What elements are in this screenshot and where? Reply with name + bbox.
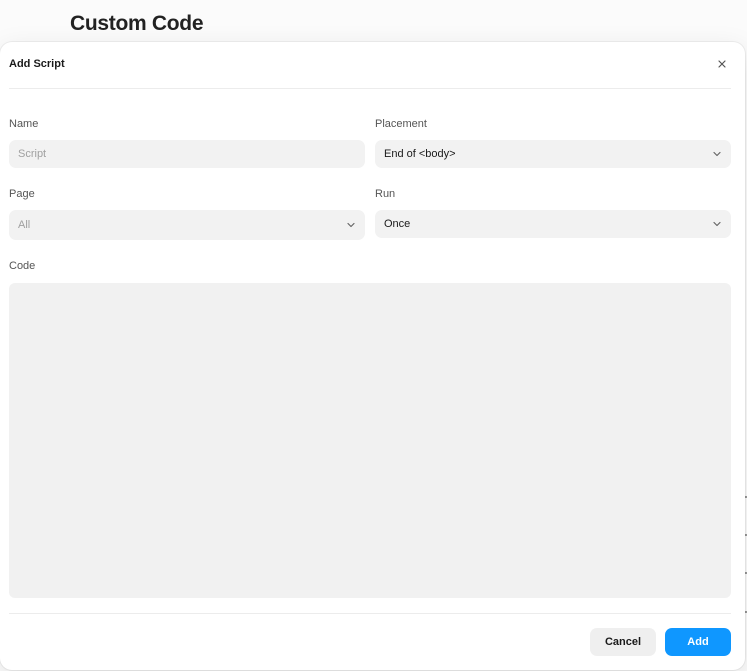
name-input[interactable]: Script [9, 140, 365, 168]
run-label: Run [375, 188, 396, 200]
modal-header: Add Script [9, 42, 731, 89]
page: Custom Code Add Script Name Script Place… [0, 0, 747, 671]
chevron-down-icon [347, 222, 355, 228]
name-placeholder: Script [18, 148, 47, 160]
chevron-down-icon [713, 151, 721, 157]
page-value: All [18, 219, 31, 231]
placement-select[interactable]: End of <body> [375, 140, 731, 168]
run-value: Once [384, 218, 411, 230]
close-icon [718, 60, 726, 68]
placement-value: End of <body> [384, 148, 456, 160]
page-label: Page [9, 188, 35, 200]
run-select[interactable]: Once [375, 210, 731, 238]
modal-title: Add Script [9, 58, 65, 70]
add-button[interactable]: Add [665, 628, 731, 656]
cancel-button[interactable]: Cancel [590, 628, 656, 656]
code-editor[interactable] [9, 283, 731, 598]
footer-divider [9, 613, 731, 614]
page-title: Custom Code [70, 12, 204, 35]
close-button[interactable] [713, 55, 731, 73]
chevron-down-icon [713, 221, 721, 227]
placement-label: Placement [375, 118, 427, 130]
code-label: Code [9, 260, 36, 272]
name-label: Name [9, 118, 39, 130]
add-script-modal: Add Script Name Script Placement End of … [0, 42, 745, 670]
page-select[interactable]: All [9, 210, 365, 240]
